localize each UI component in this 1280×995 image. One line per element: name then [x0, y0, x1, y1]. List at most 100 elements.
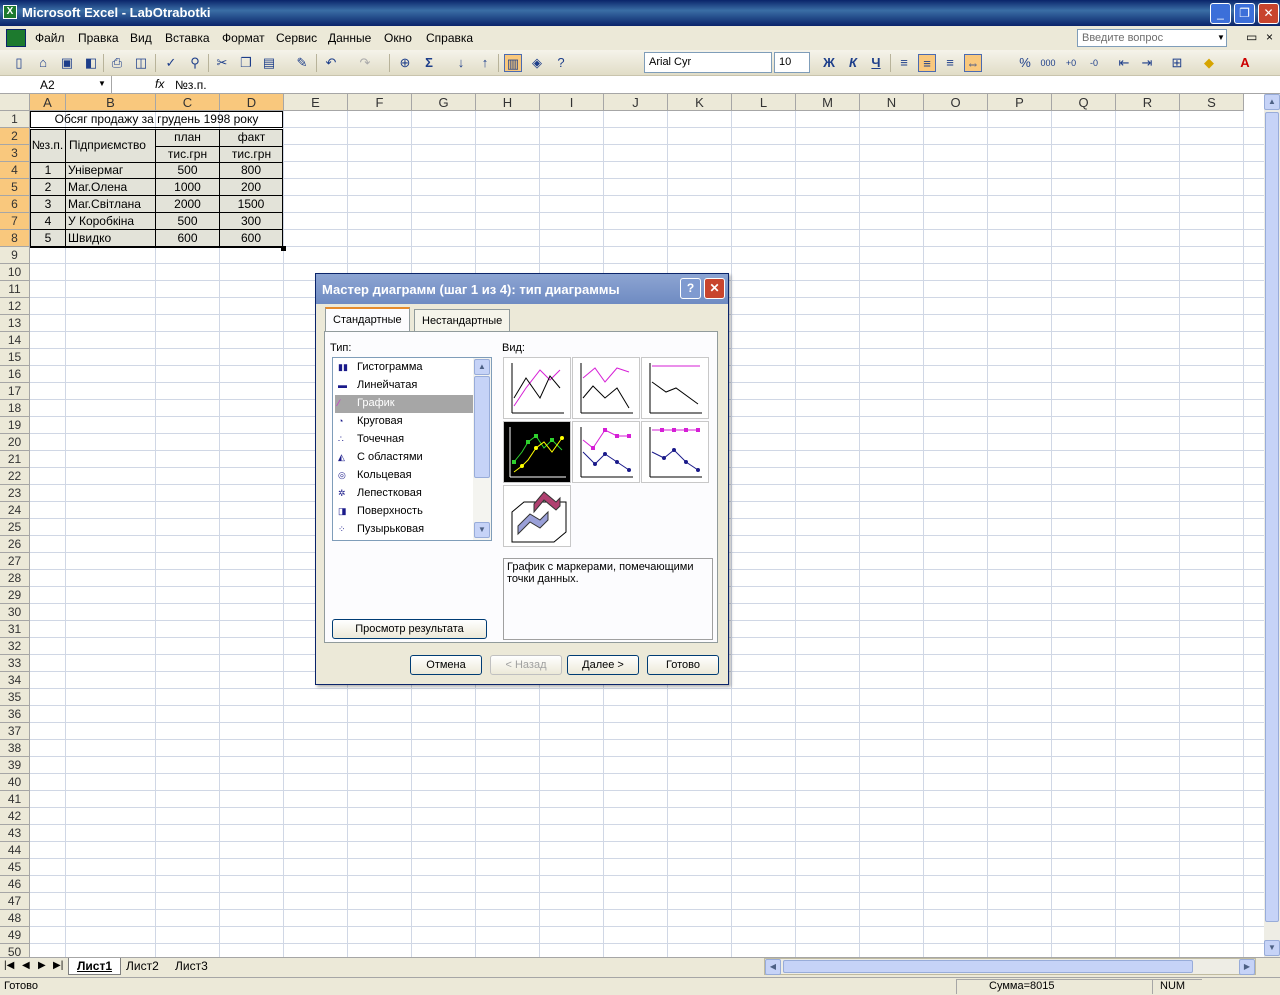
row-header[interactable]: 49	[0, 927, 30, 944]
column-header-a[interactable]: A	[30, 94, 66, 111]
vertical-scrollbar[interactable]: ▲ ▼	[1264, 94, 1280, 957]
subtype-percent-line[interactable]	[641, 357, 709, 419]
maximize-icon[interactable]: ❐	[1234, 3, 1255, 24]
row-header[interactable]: 22	[0, 468, 30, 485]
paste-icon[interactable]: ▤	[260, 54, 278, 72]
subtype-stacked-line[interactable]	[572, 357, 640, 419]
column-header-r[interactable]: R	[1116, 94, 1180, 111]
workbook-icon[interactable]	[6, 29, 26, 47]
dialog-title-bar[interactable]: Мастер диаграмм (шаг 1 из 4): тип диагра…	[316, 274, 728, 304]
scroll-left-icon[interactable]: ◀	[765, 959, 781, 975]
font-color-icon[interactable]: A	[1236, 54, 1254, 72]
column-header-s[interactable]: S	[1180, 94, 1244, 111]
menu-insert[interactable]: Вставка	[165, 31, 210, 45]
row-header[interactable]: 26	[0, 536, 30, 553]
last-sheet-icon[interactable]: ▶|	[53, 960, 63, 971]
cut-icon[interactable]: ✂	[213, 54, 231, 72]
chart-type-item[interactable]: ◭ С областями	[335, 449, 473, 467]
row-header[interactable]: 37	[0, 723, 30, 740]
row-header[interactable]: 7	[0, 213, 30, 230]
table-cell[interactable]: 500	[156, 162, 220, 179]
merge-center-icon[interactable]: ⇔	[964, 54, 982, 72]
chart-type-item[interactable]: ◔ Круговая	[335, 413, 473, 431]
undo-icon[interactable]: ↶	[322, 54, 340, 72]
table-cell[interactable]: 4	[30, 213, 66, 230]
row-header[interactable]: 32	[0, 638, 30, 655]
column-header-e[interactable]: E	[284, 94, 348, 111]
font-name-select[interactable]: Arial Cyr	[644, 52, 772, 73]
column-header-m[interactable]: M	[796, 94, 860, 111]
menu-edit[interactable]: Правка	[78, 31, 119, 45]
column-header-k[interactable]: K	[668, 94, 732, 111]
row-header[interactable]: 50	[0, 944, 30, 957]
cancel-button[interactable]: Отмена	[410, 655, 482, 675]
row-header[interactable]: 33	[0, 655, 30, 672]
unit-plan[interactable]: тис.грн	[156, 146, 220, 163]
table-cell[interactable]: 3	[30, 196, 66, 213]
row-header[interactable]: 40	[0, 774, 30, 791]
unit-fact[interactable]: тис.грн	[220, 146, 283, 163]
font-size-select[interactable]: 10	[774, 52, 810, 73]
subtype-percent-markers[interactable]	[641, 421, 709, 483]
align-left-icon[interactable]: ≡	[895, 54, 913, 72]
row-header[interactable]: 36	[0, 706, 30, 723]
row-header[interactable]: 46	[0, 876, 30, 893]
row-header[interactable]: 12	[0, 298, 30, 315]
excel-icon[interactable]: X	[3, 5, 17, 19]
drawing-icon[interactable]: ◈	[528, 54, 546, 72]
fill-color-icon[interactable]: ◆	[1200, 54, 1218, 72]
tab-nonstandard[interactable]: Нестандартные	[414, 309, 511, 331]
back-button[interactable]: < Назад	[490, 655, 562, 675]
chart-type-item[interactable]: ⁘ Пузырьковая	[335, 521, 473, 539]
table-cell[interactable]: У Коробкіна	[66, 213, 156, 230]
row-header[interactable]: 29	[0, 587, 30, 604]
increase-indent-icon[interactable]: ⇥	[1138, 54, 1156, 72]
table-cell[interactable]: 300	[220, 213, 283, 230]
menu-window[interactable]: Окно	[384, 31, 412, 45]
row-header[interactable]: 28	[0, 570, 30, 587]
table-cell[interactable]: Швидко	[66, 230, 156, 247]
chart-type-item[interactable]: ⁄ График	[335, 395, 473, 413]
menu-data[interactable]: Данные	[328, 31, 371, 45]
type-list-scrollbar[interactable]: ▲ ▼	[473, 358, 491, 540]
row-header[interactable]: 45	[0, 859, 30, 876]
chevron-down-icon[interactable]: ▼	[98, 79, 106, 88]
hyperlink-icon[interactable]: ⊕	[396, 54, 414, 72]
chart-type-item[interactable]: ✲ Лепестковая	[335, 485, 473, 503]
save-icon[interactable]: ▣	[58, 54, 76, 72]
scroll-up-icon[interactable]: ▲	[1264, 94, 1280, 110]
borders-icon[interactable]: ⊞	[1168, 54, 1186, 72]
copy-icon[interactable]: ❐	[237, 54, 255, 72]
next-sheet-icon[interactable]: ▶	[38, 960, 46, 971]
menu-help[interactable]: Справка	[426, 31, 473, 45]
chart-type-item[interactable]: ◨ Поверхность	[335, 503, 473, 521]
type-list-scroll-thumb[interactable]	[474, 376, 490, 478]
menu-view[interactable]: Вид	[130, 31, 152, 45]
column-header-i[interactable]: I	[540, 94, 604, 111]
header-plan[interactable]: план	[156, 129, 220, 146]
table-title-cell[interactable]: Обсяг продажу за грудень 1998 року	[30, 111, 283, 128]
sort-asc-icon[interactable]: ↓	[452, 54, 470, 72]
permission-icon[interactable]: ◧	[82, 54, 100, 72]
scroll-down-icon[interactable]: ▼	[1264, 940, 1280, 956]
column-header-d[interactable]: D	[220, 94, 284, 111]
row-header[interactable]: 35	[0, 689, 30, 706]
table-cell[interactable]: Універмаг	[66, 162, 156, 179]
row-header[interactable]: 20	[0, 434, 30, 451]
row-header[interactable]: 24	[0, 502, 30, 519]
decrease-decimal-icon[interactable]: -0	[1085, 54, 1103, 72]
minimize-icon[interactable]: _	[1210, 3, 1231, 24]
preview-result-button[interactable]: Просмотр результата	[332, 619, 487, 639]
row-header[interactable]: 5	[0, 179, 30, 196]
row-header[interactable]: 25	[0, 519, 30, 536]
menu-file[interactable]: Файл	[35, 31, 65, 45]
column-header-n[interactable]: N	[860, 94, 924, 111]
chart-type-item[interactable]: ∴ Точечная	[335, 431, 473, 449]
increase-decimal-icon[interactable]: +0	[1062, 54, 1080, 72]
prev-sheet-icon[interactable]: ◀	[22, 960, 30, 971]
format-painter-icon[interactable]: ✎	[293, 54, 311, 72]
tab-sheet2[interactable]: Лист2	[118, 958, 167, 975]
spelling-icon[interactable]: ✓	[162, 54, 180, 72]
fx-icon[interactable]: fx	[155, 77, 164, 91]
restore-icon[interactable]: ▭	[1246, 30, 1257, 44]
